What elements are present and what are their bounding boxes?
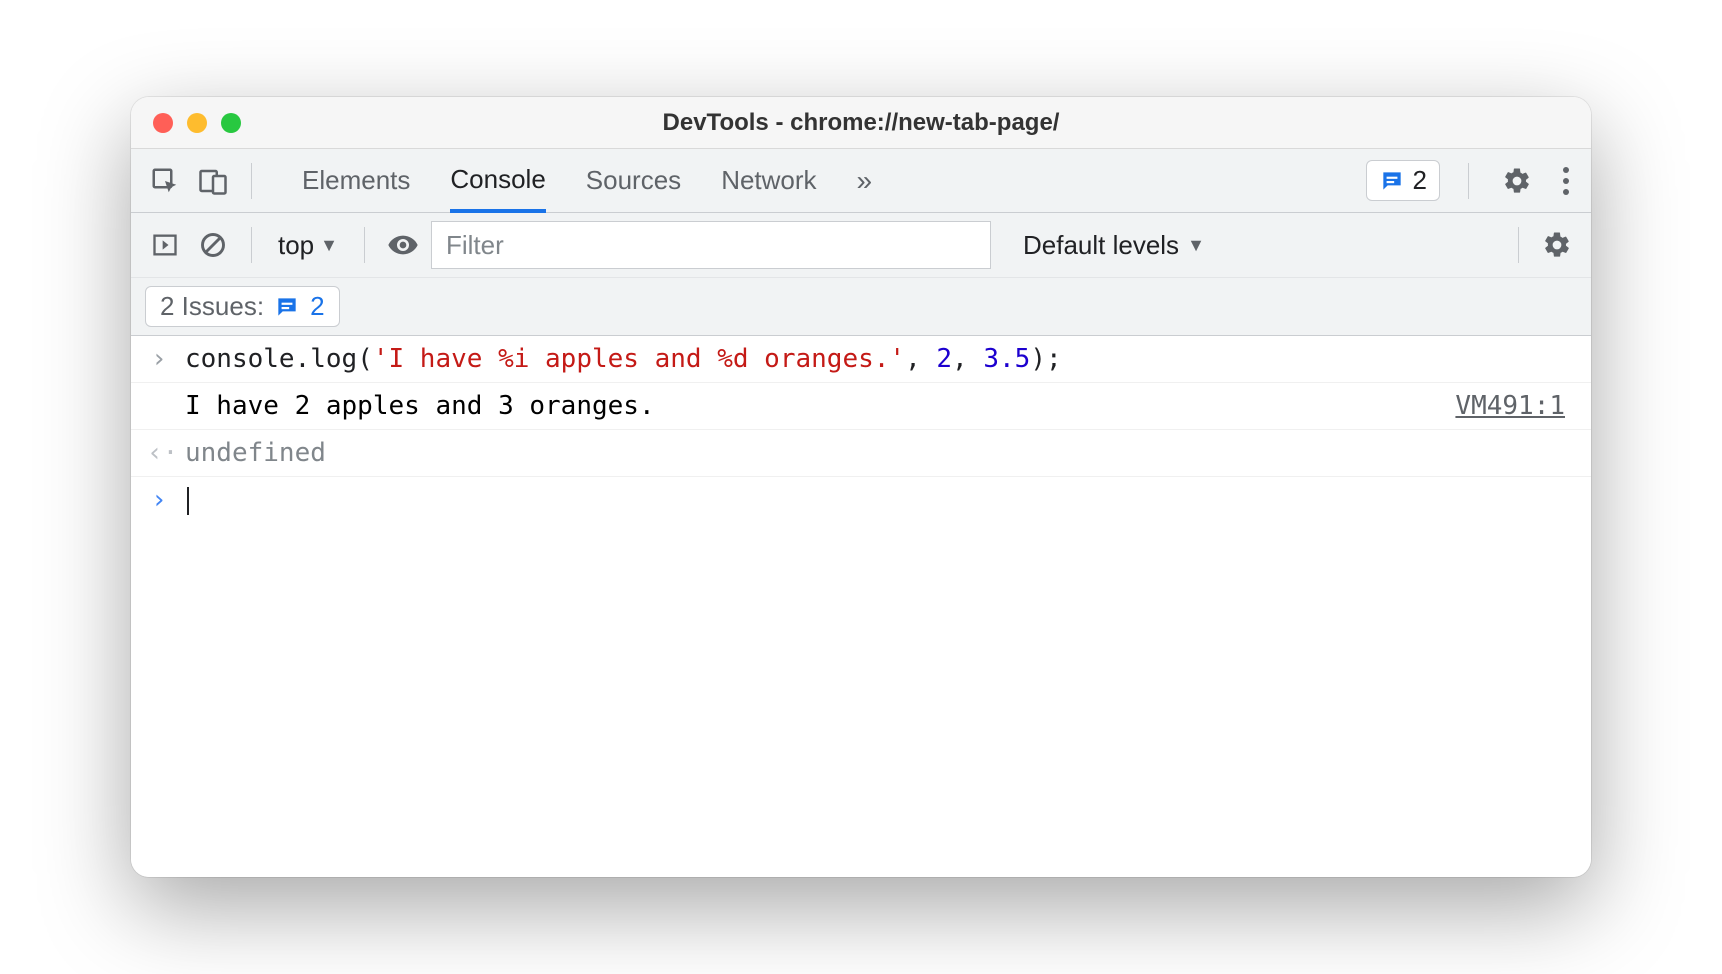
console-toolbar: top ▼ Default levels ▼ 2 Issues: [131, 213, 1591, 336]
chat-icon [274, 294, 300, 320]
console-toolbar-issues-row: 2 Issues: 2 [131, 278, 1591, 335]
console-return-line: ‹· undefined [131, 430, 1591, 477]
console-input-code: console.log('I have %i apples and %d ora… [185, 344, 1575, 374]
divider [251, 163, 252, 199]
devtools-window: DevTools - chrome://new-tab-page/ Elemen… [131, 97, 1591, 877]
divider [1518, 227, 1519, 263]
divider [364, 227, 365, 263]
console-prompt-input[interactable] [185, 485, 1575, 515]
tab-console[interactable]: Console [450, 149, 545, 213]
traffic-lights [153, 113, 241, 133]
close-window-button[interactable] [153, 113, 173, 133]
issues-count: 2 [310, 291, 324, 322]
issues-count: 2 [1413, 165, 1427, 196]
return-chevron-icon: ‹· [147, 438, 171, 468]
code-comma: , [905, 344, 921, 374]
toggle-sidebar-icon[interactable] [145, 225, 185, 265]
divider [1468, 163, 1469, 199]
chevron-down-icon: ▼ [1187, 235, 1205, 256]
tab-elements[interactable]: Elements [302, 149, 410, 213]
code-number: 3.5 [983, 344, 1030, 374]
console-toolbar-row: top ▼ Default levels ▼ [131, 213, 1591, 278]
more-tabs-button[interactable]: » [857, 165, 873, 197]
more-options-icon[interactable] [1555, 167, 1577, 195]
chat-icon [1379, 168, 1405, 194]
zoom-window-button[interactable] [221, 113, 241, 133]
clear-console-icon[interactable] [193, 225, 233, 265]
prompt-chevron-icon: › [147, 485, 171, 515]
code-string: 'I have %i apples and %d oranges.' [373, 344, 905, 374]
tab-network[interactable]: Network [721, 149, 816, 213]
settings-icon[interactable] [1497, 161, 1537, 201]
source-link[interactable]: VM491:1 [1455, 391, 1575, 421]
text-cursor [187, 487, 189, 515]
titlebar: DevTools - chrome://new-tab-page/ [131, 97, 1591, 149]
tabbar-right-tools: 2 [1366, 160, 1577, 201]
return-value: undefined [185, 438, 1575, 468]
levels-label: Default levels [1023, 230, 1179, 261]
issues-indicator[interactable]: 2 [1366, 160, 1440, 201]
chevron-down-icon: ▼ [320, 235, 338, 256]
console-settings-icon[interactable] [1537, 225, 1577, 265]
code-comma: , [952, 344, 968, 374]
code-method: console.log [185, 344, 357, 374]
tab-sources[interactable]: Sources [586, 149, 681, 213]
code-paren-open: ( [357, 344, 373, 374]
code-number: 2 [936, 344, 952, 374]
console-prompt-line[interactable]: › [131, 477, 1591, 523]
inspect-element-icon[interactable] [145, 161, 185, 201]
code-paren-close: ); [1030, 344, 1061, 374]
input-chevron-icon: › [147, 344, 171, 374]
issues-summary[interactable]: 2 Issues: 2 [145, 286, 340, 327]
main-tabbar: Elements Console Sources Network » 2 [131, 149, 1591, 213]
console-input-line[interactable]: › console.log('I have %i apples and %d o… [131, 336, 1591, 383]
minimize-window-button[interactable] [187, 113, 207, 133]
issues-label: 2 Issues: [160, 291, 264, 322]
filter-input[interactable] [431, 221, 991, 269]
divider [251, 227, 252, 263]
console-log-line: I have 2 apples and 3 oranges. VM491:1 [131, 383, 1591, 430]
window-title: DevTools - chrome://new-tab-page/ [131, 109, 1591, 137]
execution-context-selector[interactable]: top ▼ [270, 230, 346, 261]
log-levels-selector[interactable]: Default levels ▼ [1023, 230, 1205, 261]
device-toolbar-icon[interactable] [193, 161, 233, 201]
console-output: › console.log('I have %i apples and %d o… [131, 336, 1591, 877]
context-label: top [278, 230, 314, 261]
log-message: I have 2 apples and 3 oranges. [185, 391, 1441, 421]
live-expression-icon[interactable] [383, 225, 423, 265]
panel-tabs: Elements Console Sources Network » [302, 149, 1358, 213]
